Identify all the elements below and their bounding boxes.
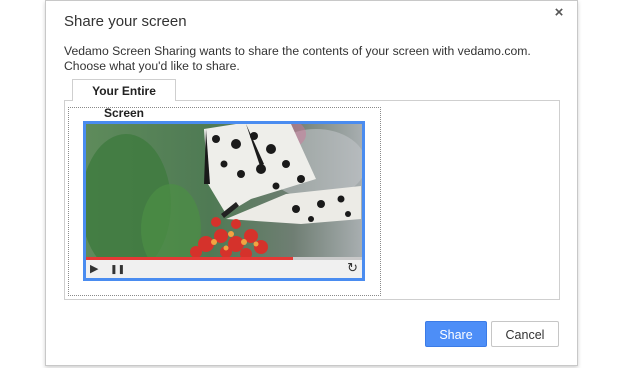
tab-panel: ▶ ❚❚ ↻	[64, 100, 560, 300]
screen-thumbnail[interactable]: ▶ ❚❚ ↻	[83, 121, 365, 281]
reload-icon[interactable]: ↻	[347, 261, 358, 275]
butterfly-image	[86, 124, 362, 257]
video-controls: ▶ ❚❚ ↻	[86, 260, 362, 278]
play-icon[interactable]: ▶	[90, 262, 98, 276]
close-icon[interactable]: ×	[551, 5, 567, 21]
share-screen-dialog: Share your screen × Vedamo Screen Sharin…	[45, 0, 578, 366]
tab-entire-screen[interactable]: Your Entire Screen	[72, 79, 176, 120]
dialog-title: Share your screen	[64, 13, 187, 30]
pause-icon[interactable]: ❚❚	[110, 262, 125, 276]
share-button[interactable]: Share	[425, 321, 487, 347]
dialog-description: Vedamo Screen Sharing wants to share the…	[64, 44, 531, 73]
cancel-button[interactable]: Cancel	[491, 321, 559, 347]
